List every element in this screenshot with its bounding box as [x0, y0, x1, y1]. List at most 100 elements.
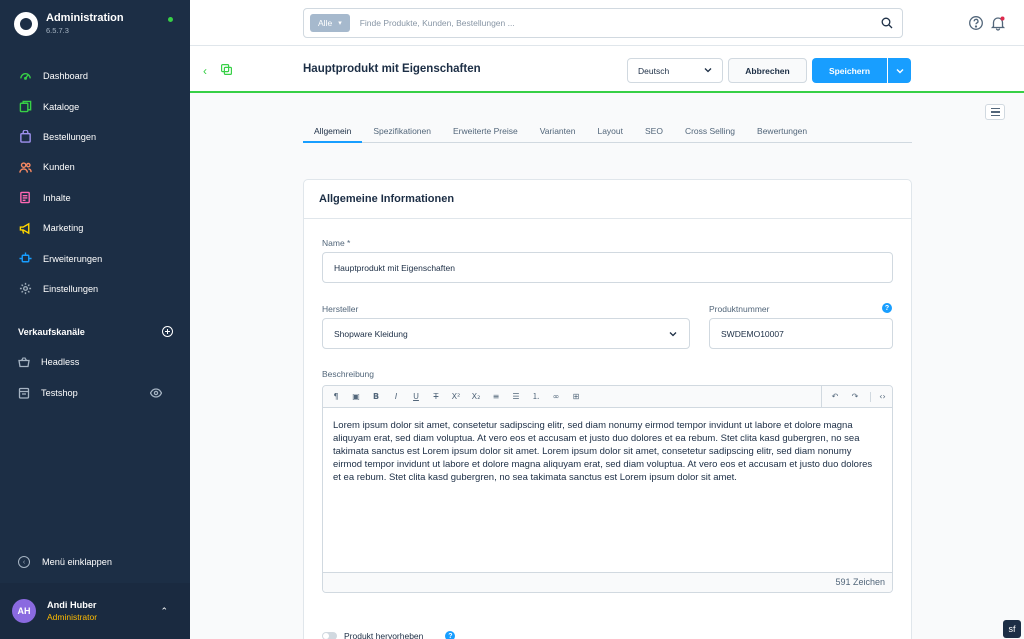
- nav-item-marketing[interactable]: Marketing: [0, 213, 190, 243]
- tab-cross-selling[interactable]: Cross Selling: [674, 120, 746, 143]
- top-bar: Alle ▾: [190, 0, 1024, 46]
- sales-channel-testshop[interactable]: Testshop: [18, 387, 173, 399]
- sidebar-toggle-button[interactable]: [985, 104, 1005, 120]
- nav-item-extensions[interactable]: Erweiterungen: [0, 243, 190, 273]
- chevron-left-icon: ‹: [18, 556, 30, 568]
- subscript-icon[interactable]: X₂: [471, 392, 481, 402]
- add-sales-channel-icon[interactable]: [162, 326, 173, 337]
- chevron-down-icon: [704, 68, 712, 73]
- duplicate-icon[interactable]: [221, 64, 232, 75]
- sales-channel-headless[interactable]: Headless: [18, 356, 173, 368]
- nav-label: Kataloge: [43, 101, 80, 112]
- nav-label: Marketing: [43, 223, 84, 234]
- sales-channels-title: Verkaufskanäle: [18, 326, 85, 337]
- description-editor: ¶ ▣ B I U T X² X₂ ≡ ☰ ⒈ ∞ ⊞ ↶ ↷ ‹› Lorem…: [322, 385, 893, 593]
- search-type-label: Alle: [318, 18, 333, 28]
- search-type-select[interactable]: Alle ▾: [310, 14, 350, 32]
- manufacturer-label: Hersteller: [322, 304, 359, 314]
- redo-icon[interactable]: ↷: [850, 392, 860, 402]
- collapse-menu-button[interactable]: ‹ Menü einklappen: [18, 556, 112, 568]
- product-number-field[interactable]: SWDEMO10007: [709, 318, 893, 349]
- general-information-card: Allgemeine Informationen Name * Hauptpro…: [303, 179, 912, 639]
- status-indicator: [168, 17, 173, 22]
- brand[interactable]: Administration 6.5.7.3: [14, 12, 124, 36]
- bold-icon[interactable]: B: [371, 392, 381, 402]
- strikethrough-icon[interactable]: T: [431, 392, 441, 402]
- dashboard-icon: [18, 69, 32, 83]
- chevron-up-icon: ⌃: [160, 606, 168, 616]
- nav-item-settings[interactable]: Einstellungen: [0, 274, 190, 304]
- undo-icon[interactable]: ↶: [830, 392, 840, 402]
- help-icon[interactable]: ?: [445, 631, 456, 639]
- sales-channels-header: Verkaufskanäle: [18, 326, 173, 337]
- tab-layout[interactable]: Layout: [586, 120, 634, 143]
- help-icon[interactable]: [968, 15, 984, 31]
- product-number-label: Produktnummer: [709, 304, 770, 314]
- link-icon[interactable]: ∞: [551, 392, 561, 402]
- bullet-list-icon[interactable]: ☰: [511, 392, 521, 402]
- save-options-button[interactable]: [888, 58, 911, 83]
- settings-icon: [18, 282, 32, 296]
- table-icon[interactable]: ⊞: [571, 392, 581, 402]
- eye-icon[interactable]: [149, 387, 163, 399]
- description-text[interactable]: Lorem ipsum dolor sit amet, consetetur s…: [323, 408, 892, 572]
- nav-item-dashboard[interactable]: Dashboard: [0, 61, 190, 91]
- product-number-value: SWDEMO10007: [721, 328, 784, 339]
- tab-seo[interactable]: SEO: [634, 120, 674, 143]
- user-name: Andi Huber: [47, 600, 97, 610]
- user-role: Administrator: [47, 612, 98, 622]
- highlight-product-toggle[interactable]: Produkt hervorheben ?: [322, 631, 456, 639]
- back-arrow-icon[interactable]: ‹: [203, 64, 207, 78]
- manufacturer-select[interactable]: Shopware Kleidung: [322, 318, 690, 349]
- symfony-toolbar-icon[interactable]: sf: [1003, 620, 1021, 638]
- nav-label: Dashboard: [43, 71, 88, 82]
- tab-general[interactable]: Allgemein: [303, 120, 363, 143]
- collapse-menu-label: Menü einklappen: [42, 557, 112, 567]
- toggle-switch[interactable]: [322, 632, 337, 639]
- italic-icon[interactable]: I: [391, 392, 401, 402]
- language-label: Deutsch: [638, 65, 670, 76]
- nav-label: Bestellungen: [43, 131, 97, 142]
- editor-toolbar-right: ↶ ↷ ‹›: [821, 386, 892, 407]
- nav-item-orders[interactable]: Bestellungen: [0, 122, 190, 152]
- sales-channel-label: Headless: [41, 357, 80, 367]
- card-title: Allgemeine Informationen: [319, 193, 455, 205]
- nav-item-customers[interactable]: Kunden: [0, 152, 190, 182]
- tab-specifications[interactable]: Spezifikationen: [362, 120, 442, 143]
- paragraph-format-icon[interactable]: ¶: [331, 392, 341, 402]
- search-icon[interactable]: [881, 17, 893, 29]
- user-menu[interactable]: AH Andi Huber Administrator ⌃: [0, 583, 190, 639]
- search-input[interactable]: [359, 18, 860, 28]
- code-view-icon[interactable]: ‹›: [870, 391, 888, 402]
- cancel-button[interactable]: Abbrechen: [728, 58, 807, 83]
- name-field[interactable]: Hauptprodukt mit Eigenschaften: [322, 252, 893, 283]
- image-icon[interactable]: ▣: [351, 392, 361, 402]
- nav-label: Erweiterungen: [43, 253, 103, 264]
- align-icon[interactable]: ≡: [491, 392, 501, 402]
- superscript-icon[interactable]: X²: [451, 392, 461, 402]
- avatar: AH: [12, 599, 36, 623]
- storefront-icon: [18, 387, 30, 399]
- nav-item-content[interactable]: Inhalte: [0, 183, 190, 213]
- language-switch[interactable]: Deutsch: [627, 58, 723, 83]
- name-value: Hauptprodukt mit Eigenschaften: [334, 262, 455, 273]
- name-label: Name *: [322, 238, 351, 248]
- page-title: Hauptprodukt mit Eigenschaften: [303, 63, 481, 75]
- product-tabs: Allgemein Spezifikationen Erweiterte Pre…: [303, 120, 912, 143]
- tab-reviews[interactable]: Bewertungen: [746, 120, 818, 143]
- menu-lines-icon: [990, 108, 1000, 110]
- tab-advanced-prices[interactable]: Erweiterte Preise: [442, 120, 529, 143]
- admin-sidebar: Administration 6.5.7.3 Dashboard Katalog…: [0, 0, 190, 639]
- help-icon[interactable]: ?: [882, 303, 892, 313]
- save-button[interactable]: Speichern: [812, 58, 887, 83]
- underline-icon[interactable]: U: [411, 392, 421, 402]
- global-search: Alle ▾: [303, 8, 903, 38]
- manufacturer-value: Shopware Kleidung: [334, 328, 408, 339]
- tab-variants[interactable]: Varianten: [529, 120, 587, 143]
- numbered-list-icon[interactable]: ⒈: [531, 392, 541, 402]
- basket-icon: [18, 356, 30, 368]
- notifications-bell-icon[interactable]: [990, 15, 1006, 31]
- chevron-down-icon: ▾: [338, 20, 342, 27]
- app-title: Administration: [46, 12, 124, 24]
- nav-item-catalogs[interactable]: Kataloge: [0, 91, 190, 121]
